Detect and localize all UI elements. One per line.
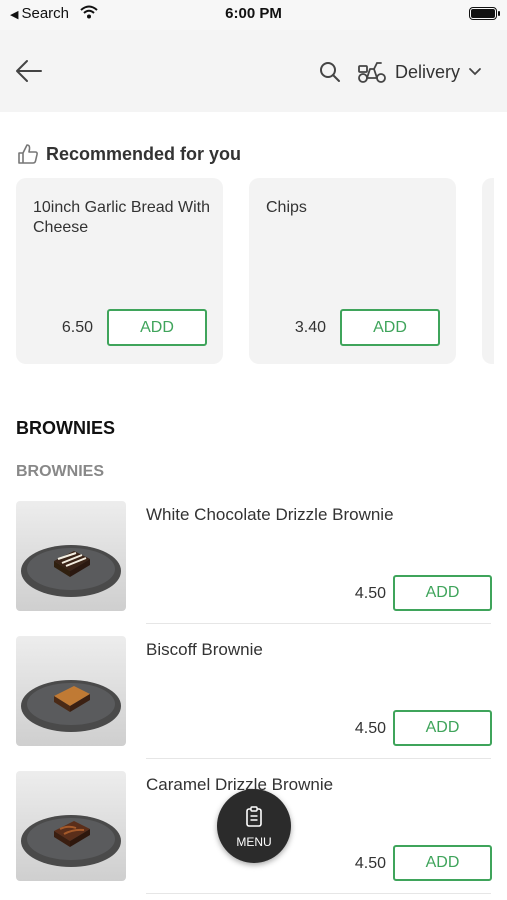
item-name: Biscoff Brownie [146, 640, 263, 659]
category-title: BROWNIES [16, 418, 115, 438]
recommended-card[interactable]: Chips 3.40 ADD [249, 178, 456, 364]
menu-item-row[interactable]: White Chocolate Drizzle Brownie 4.50 ADD [0, 501, 507, 636]
back-button[interactable] [14, 58, 44, 84]
recommended-item-name: Chips [266, 199, 307, 216]
item-photo [16, 501, 126, 611]
recommended-card[interactable]: 10inch Garlic Bread With Cheese 6.50 ADD [16, 178, 223, 364]
item-name: White Chocolate Drizzle Brownie [146, 505, 394, 524]
menu-item-row[interactable]: Biscoff Brownie 4.50 ADD [0, 636, 507, 771]
back-arrow-icon [16, 60, 42, 82]
add-button[interactable]: ADD [107, 309, 207, 346]
add-button[interactable]: ADD [340, 309, 440, 346]
search-button[interactable] [318, 60, 342, 84]
menu-label: MENU [236, 835, 272, 849]
delivery-mode-toggle[interactable]: Delivery [357, 58, 482, 86]
item-photo [16, 771, 126, 881]
delivery-scooter-icon [358, 62, 386, 83]
search-icon [320, 62, 340, 82]
recommended-item-price: 6.50 [61, 319, 93, 336]
item-photo [16, 636, 126, 746]
battery-tip [498, 11, 500, 16]
recommended-item-price: 3.40 [294, 319, 326, 336]
subcategory-title: BROWNIES [16, 463, 104, 480]
header: Delivery [0, 30, 507, 112]
status-bar: ◀ Search 6:00 PM [0, 0, 507, 30]
recommended-header: Recommended for you [16, 142, 241, 166]
item-divider [146, 893, 491, 894]
item-divider [146, 758, 491, 759]
status-time: 6:00 PM [225, 5, 282, 22]
menu-icon [246, 806, 262, 827]
add-button[interactable]: ADD [393, 575, 492, 611]
item-price: 4.50 [354, 720, 386, 737]
item-price: 4.50 [354, 855, 386, 872]
menu-button[interactable]: MENU [217, 789, 291, 863]
recommended-title: Recommended for you [46, 143, 242, 164]
add-button[interactable]: ADD [393, 845, 492, 881]
delivery-label: Delivery [395, 61, 461, 82]
thumbs-up-icon [18, 144, 38, 164]
battery-icon [469, 7, 497, 20]
add-button[interactable]: ADD [393, 710, 492, 746]
recommended-card-partial[interactable] [482, 178, 494, 364]
item-divider [146, 623, 491, 624]
chevron-down-icon [469, 68, 481, 76]
recommended-item-name: 10inch Garlic Bread With Cheese [33, 199, 210, 236]
item-price: 4.50 [354, 585, 386, 602]
